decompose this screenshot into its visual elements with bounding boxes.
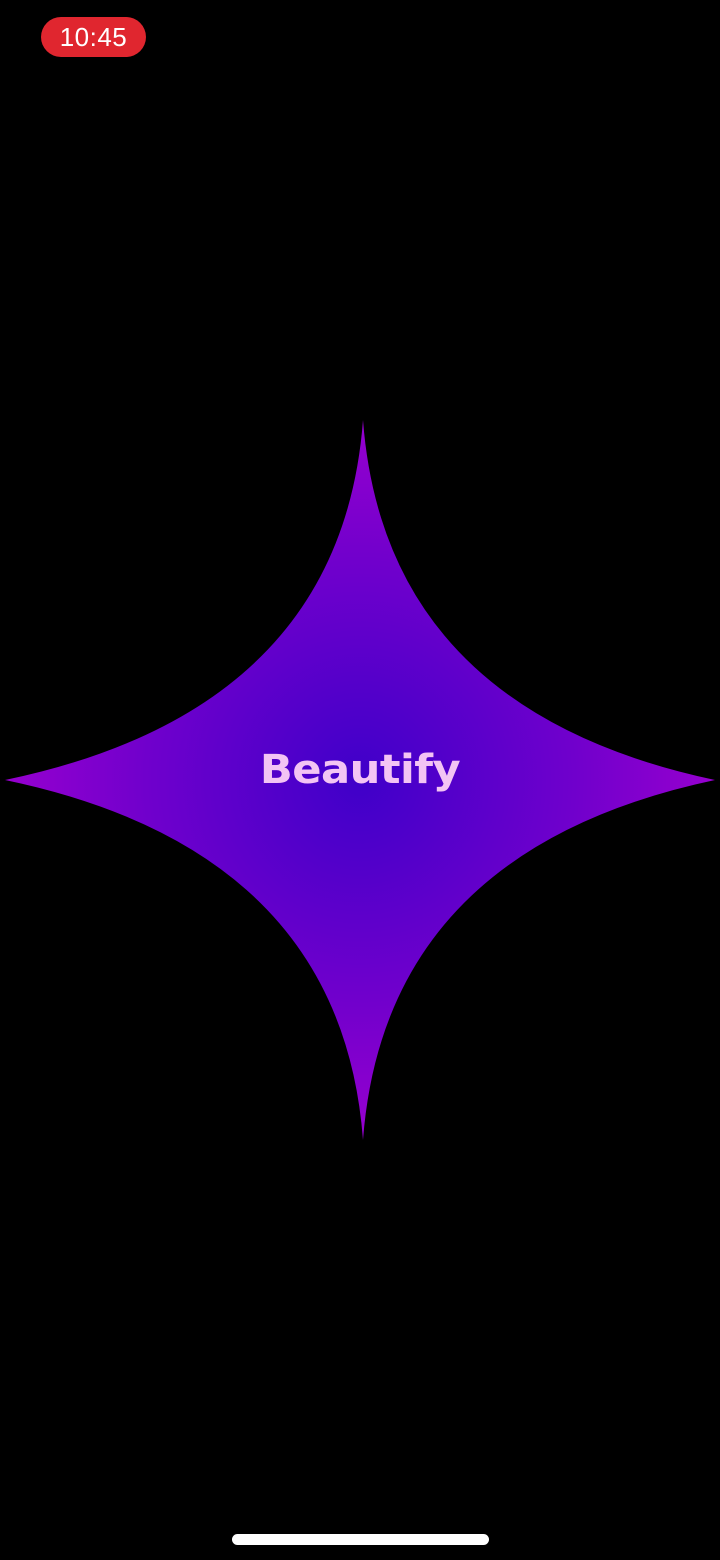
app-name: Beautify [259,747,461,793]
splash-logo: Beautify [0,420,720,1140]
home-indicator[interactable] [232,1534,489,1545]
status-bar: 10:45 [0,0,720,80]
status-time: 10:45 [41,17,146,57]
splash-screen: 10:45 Beautify [0,0,720,1560]
